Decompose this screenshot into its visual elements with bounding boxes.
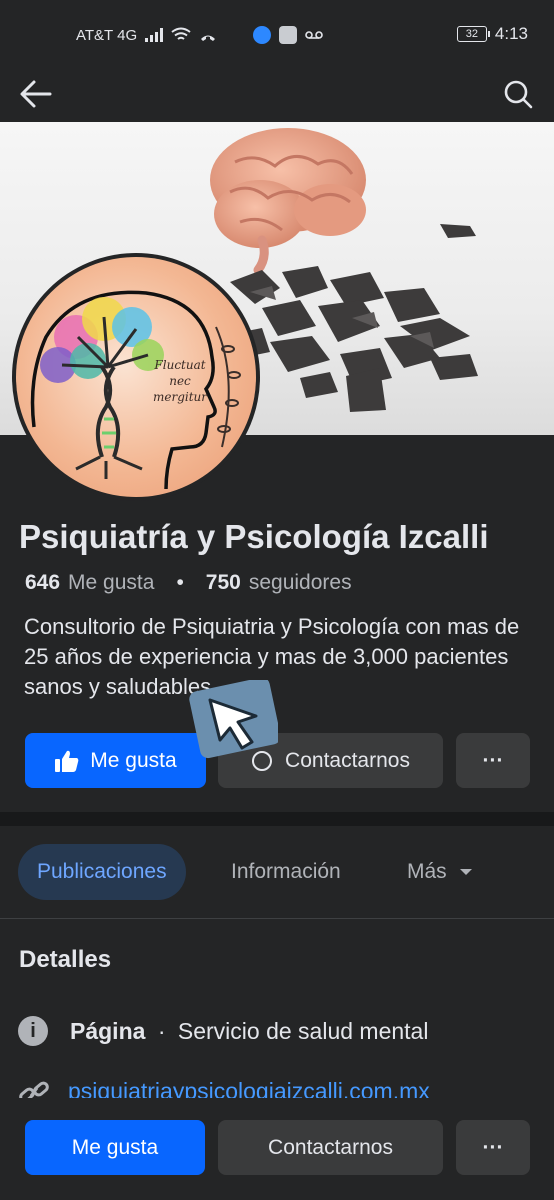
signal-icon [145, 28, 164, 42]
sticky-contact-button[interactable]: Contactarnos [218, 1120, 443, 1175]
category-label: Página [70, 1017, 146, 1044]
top-navigation [0, 66, 554, 122]
status-bar: AT&T 4G 32 4:13 [0, 0, 554, 66]
profile-tabs: Publicaciones Información Más [0, 826, 554, 918]
category-row: i Página · Servicio de salud mental [18, 1016, 428, 1046]
app-notification-icon [253, 26, 272, 44]
followers-label[interactable]: seguidores [249, 571, 352, 595]
sticky-more-icon: ··· [482, 1135, 504, 1159]
tab-informacion[interactable]: Información [231, 844, 341, 900]
like-button-label: Me gusta [90, 748, 177, 772]
info-icon: i [18, 1016, 48, 1046]
battery-level: 32 [465, 28, 479, 40]
pointer-cursor-icon [189, 680, 278, 759]
search-icon [504, 80, 533, 109]
tab-publicaciones[interactable]: Publicaciones [18, 844, 186, 900]
battery-icon: 32 [456, 26, 490, 42]
page-stats: 646 Me gusta • 750 seguidores [25, 571, 352, 595]
tab-publicaciones-label: Publicaciones [37, 860, 167, 883]
caret-down-icon [459, 869, 472, 875]
missed-call-icon [201, 35, 216, 41]
like-button[interactable]: Me gusta [25, 733, 206, 788]
tabs-divider [0, 918, 554, 919]
tab-mas-label: Más [407, 860, 447, 883]
more-icon: ··· [482, 748, 504, 772]
status-left: AT&T 4G [76, 26, 323, 44]
tab-informacion-label: Información [231, 860, 341, 883]
avatar-motto: Fluctuat nec mergitur [146, 357, 214, 405]
head-tree-logo [30, 290, 241, 490]
motto-line-2: nec [169, 374, 191, 388]
wifi-icon [171, 27, 191, 40]
followers-count: 750 [205, 571, 241, 594]
sticky-action-bar: Me gusta Contactarnos ··· [0, 1098, 554, 1200]
section-divider [0, 812, 554, 826]
contact-button-label: Contactarnos [285, 748, 410, 772]
sticky-contact-label: Contactarnos [268, 1135, 393, 1159]
profile-avatar[interactable]: Fluctuat nec mergitur [12, 253, 260, 501]
carrier-label: AT&T 4G [76, 26, 138, 44]
back-button[interactable] [14, 72, 58, 116]
category-value: Servicio de salud mental [177, 1017, 429, 1044]
likes-label[interactable]: Me gusta [68, 571, 154, 595]
status-right: 32 4:13 [456, 24, 528, 44]
motto-line-1: Fluctuat [154, 358, 206, 372]
sticky-like-label: Me gusta [71, 1135, 159, 1159]
motto-line-3: mergitur [152, 390, 208, 404]
likes-count: 646 [25, 571, 61, 594]
sticky-like-button[interactable]: Me gusta [25, 1120, 205, 1175]
voicemail-icon [305, 31, 323, 39]
sticky-more-button[interactable]: ··· [456, 1120, 530, 1175]
search-button[interactable] [496, 72, 540, 116]
details-title: Detalles [19, 946, 112, 973]
stats-separator: • [176, 571, 184, 594]
more-button[interactable]: ··· [456, 733, 530, 788]
gallery-notification-icon [279, 26, 298, 44]
category-separator: · [157, 1017, 166, 1044]
avatar-image: Fluctuat nec mergitur [16, 257, 256, 497]
thumbs-up-icon [55, 750, 79, 772]
tab-mas[interactable]: Más [407, 844, 473, 900]
status-time: 4:13 [494, 24, 528, 43]
page-title: Psiquiatría y Psicología Izcalli [19, 518, 489, 555]
back-arrow-icon [20, 80, 52, 108]
